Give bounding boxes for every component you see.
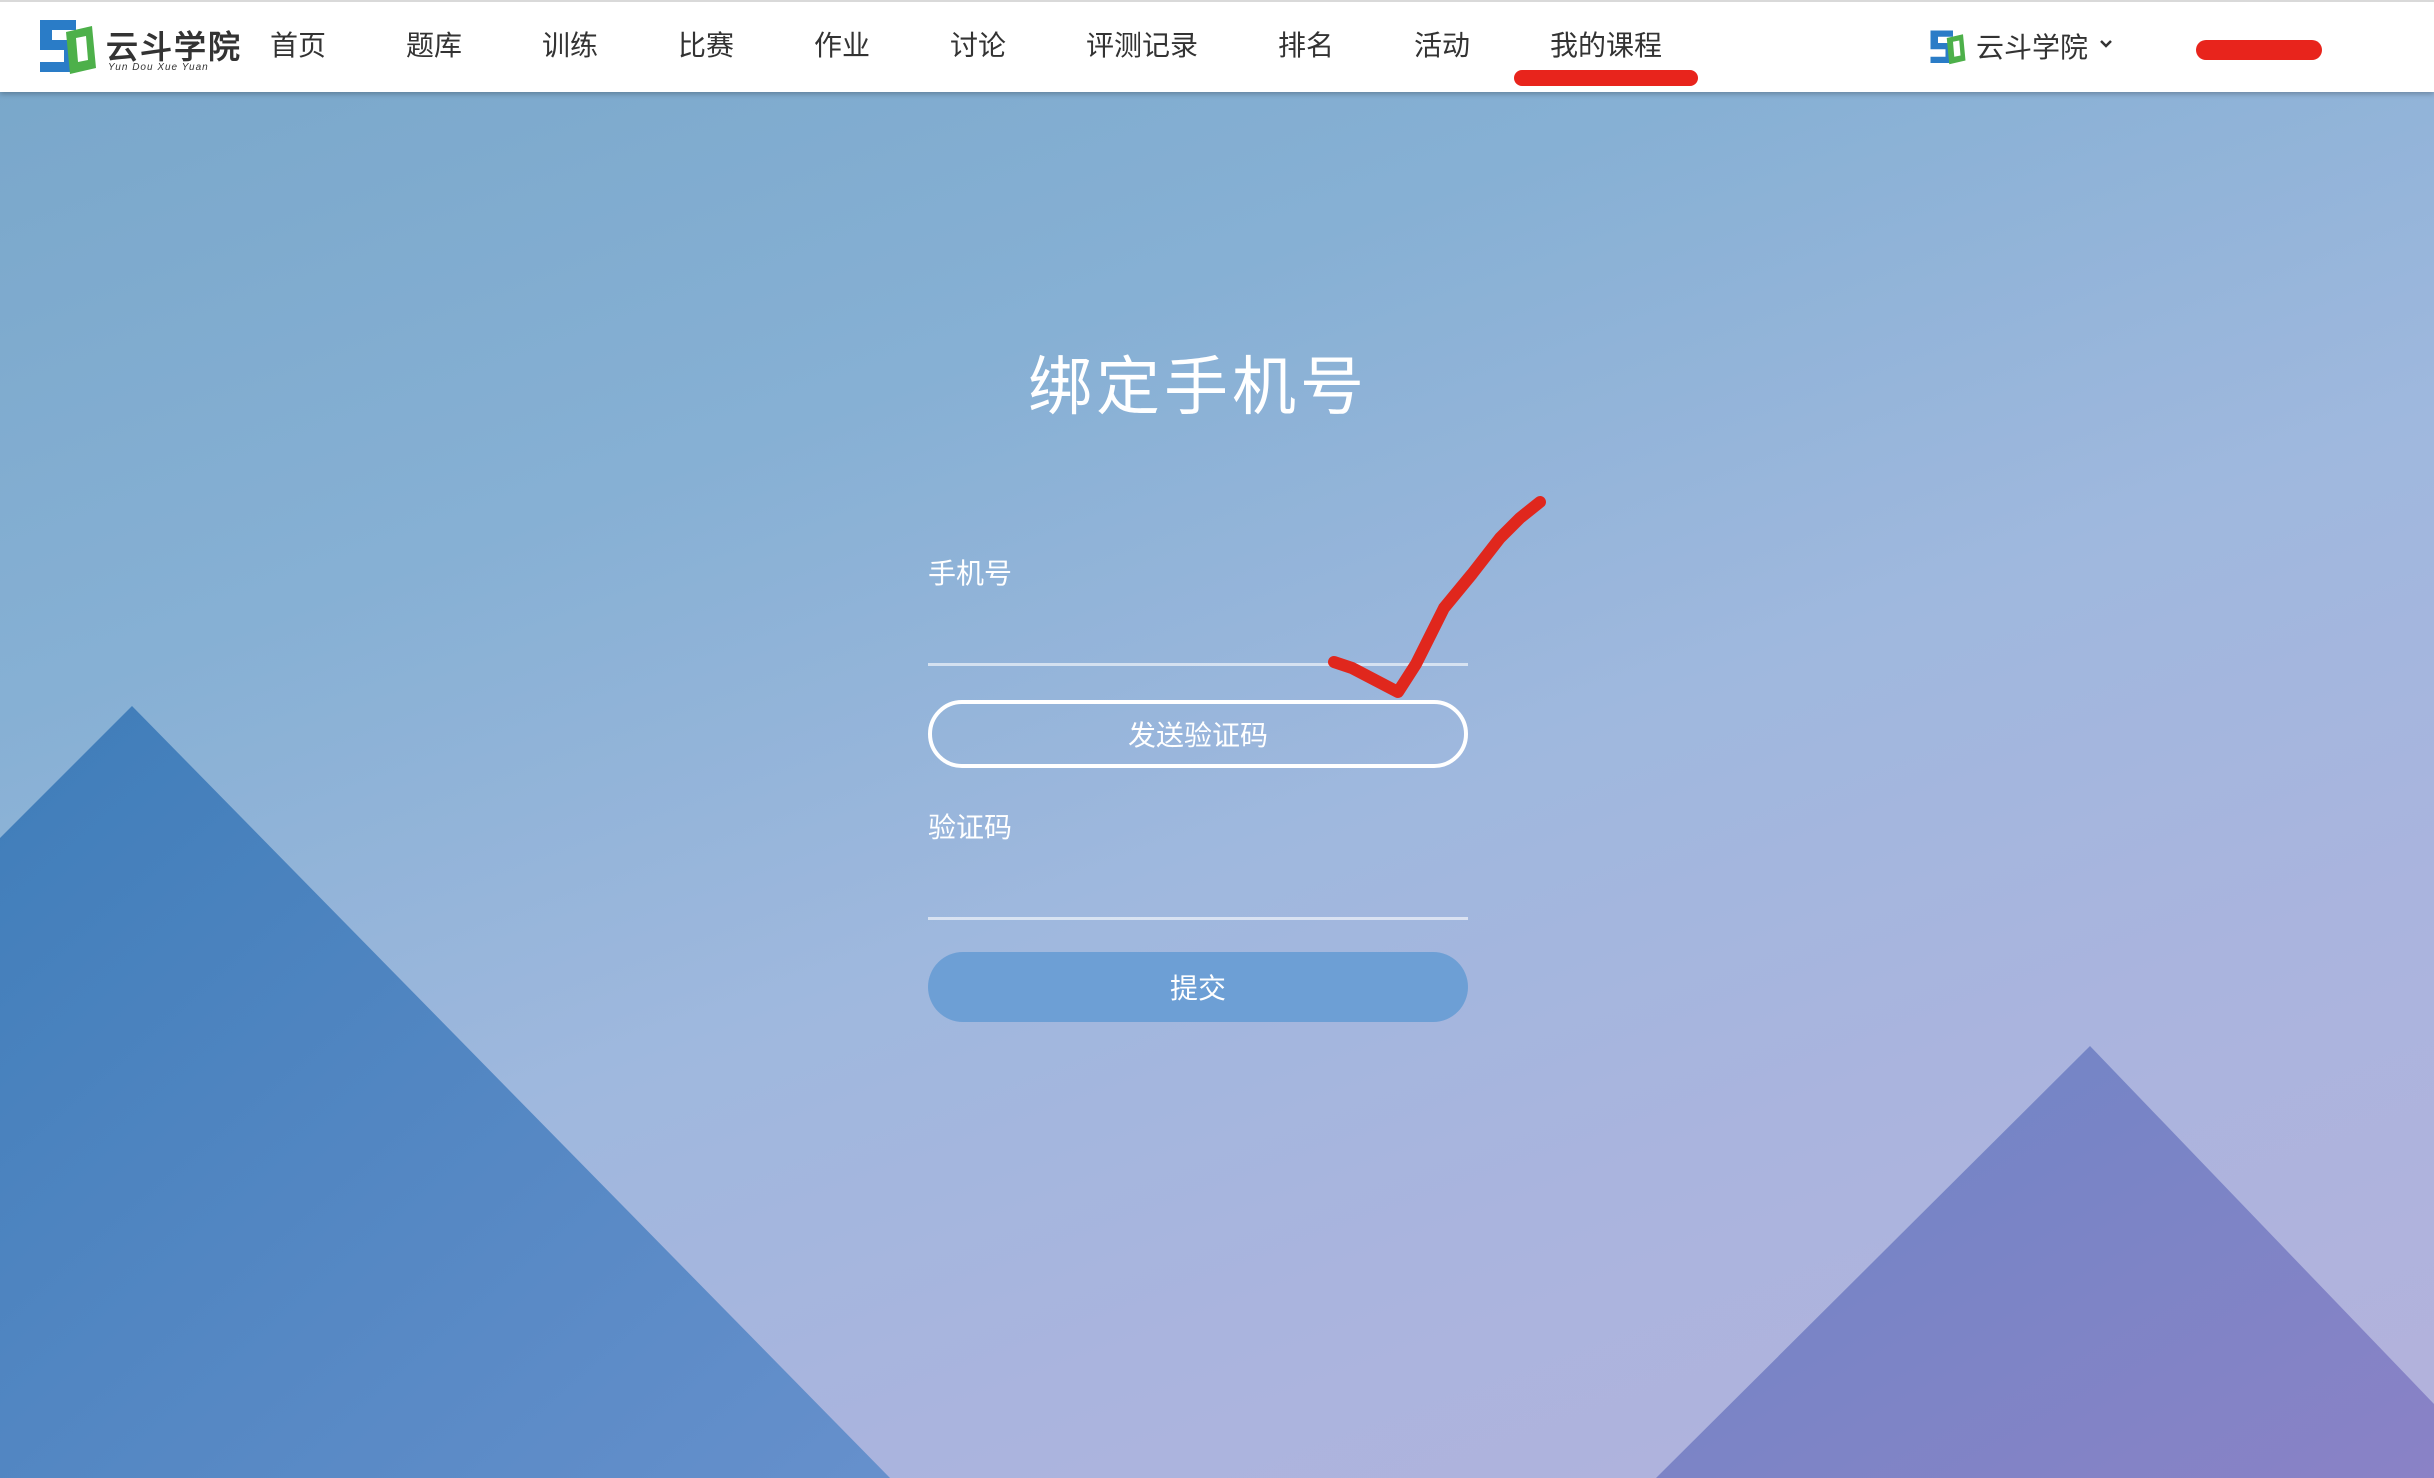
nav-homework[interactable]: 作业: [814, 26, 870, 66]
chevron-down-icon: [2100, 40, 2112, 48]
nav-activities[interactable]: 活动: [1414, 26, 1470, 66]
checkmark-annotation: [1328, 496, 1546, 698]
site-switch-label: 云斗学院: [1976, 31, 2089, 64]
brand-logo[interactable]: 云斗学院 Yun Dou Xue Yuan: [36, 16, 240, 80]
nav-problem-bank[interactable]: 题库: [406, 26, 462, 66]
nav-judge-records[interactable]: 评测记录: [1086, 26, 1198, 66]
nav-home[interactable]: 首页: [270, 26, 326, 66]
logo-mark-icon: [40, 20, 96, 74]
brand-subtitle: Yun Dou Xue Yuan: [108, 62, 209, 73]
user-menu-redacted[interactable]: [2196, 40, 2322, 60]
nav-training[interactable]: 训练: [542, 26, 598, 66]
site-logo-icon: [1930, 30, 1966, 65]
nav-ranking[interactable]: 排名: [1278, 26, 1334, 66]
top-navbar: 云斗学院 Yun Dou Xue Yuan 首页 题库 训练 比赛 作业 讨论 …: [0, 0, 2434, 92]
annotation-underline: [1514, 70, 1698, 86]
nav-my-courses[interactable]: 我的课程: [1550, 26, 1662, 66]
nav-contests[interactable]: 比赛: [678, 26, 734, 66]
nav-discussion[interactable]: 讨论: [950, 26, 1006, 66]
